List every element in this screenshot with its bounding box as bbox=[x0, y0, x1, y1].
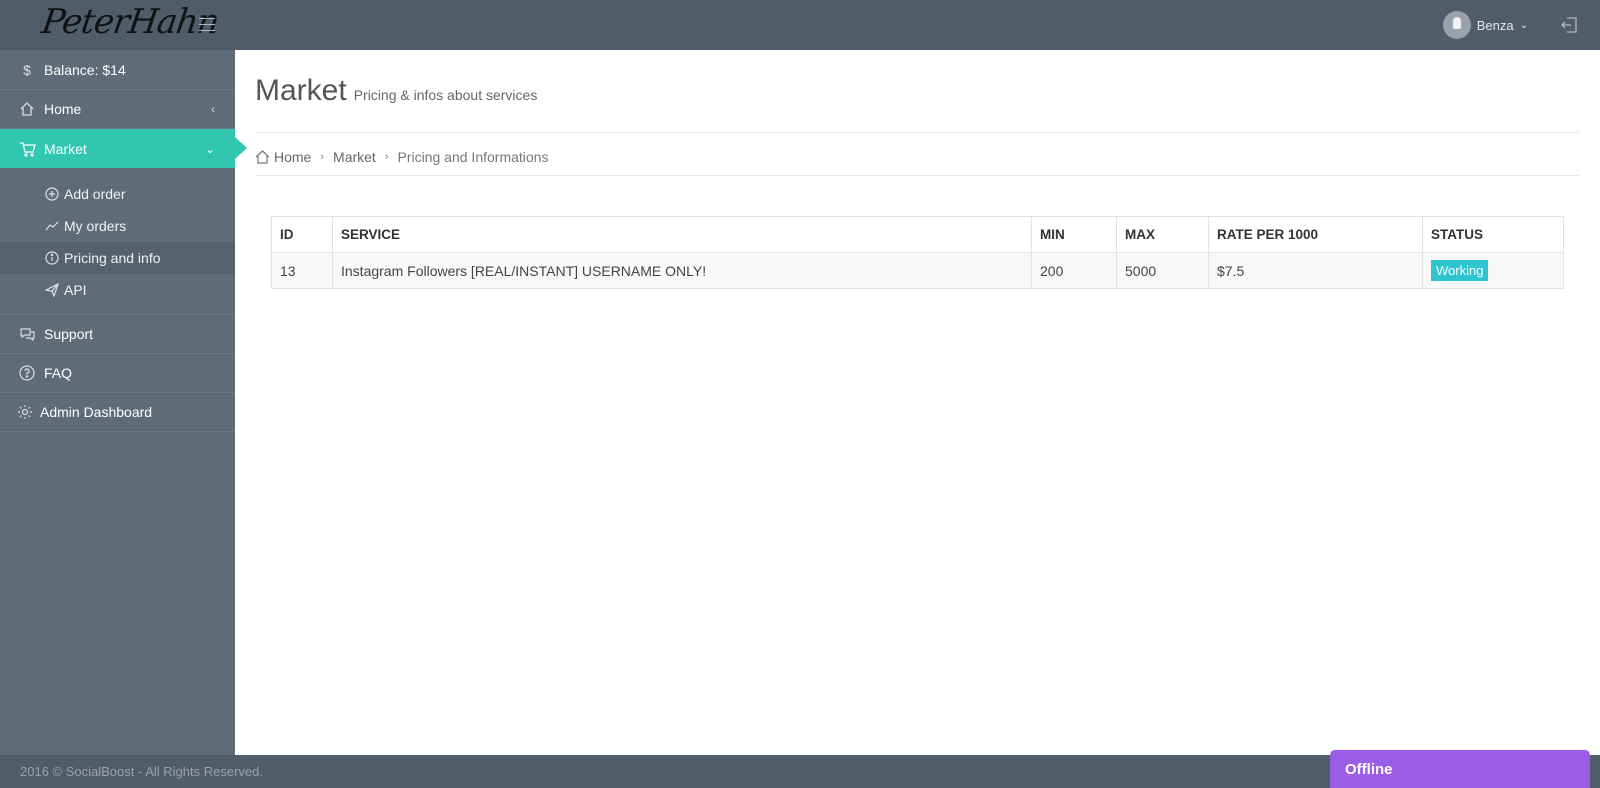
paper-plane-icon bbox=[44, 283, 60, 297]
column-header-service: SERVICE bbox=[332, 216, 1032, 253]
home-icon bbox=[18, 101, 36, 117]
status-badge: Working bbox=[1431, 260, 1489, 281]
sidebar-item-admin-dashboard[interactable]: Admin Dashboard bbox=[0, 393, 235, 432]
chat-bubbles-icon bbox=[18, 327, 36, 342]
brand-logo[interactable]: PeterHahn bbox=[39, 2, 221, 42]
chevron-right-icon: › bbox=[320, 151, 325, 163]
plus-circle-icon bbox=[44, 187, 60, 201]
menu-toggle-icon[interactable] bbox=[199, 18, 215, 32]
column-header-status: STATUS bbox=[1422, 216, 1564, 253]
sidebar: $ Balance: $14 Home ‹ Market ⌄ Add order… bbox=[0, 50, 247, 755]
submenu-item-label: My orders bbox=[64, 218, 127, 234]
breadcrumb-current: Pricing and Informations bbox=[397, 149, 549, 165]
table-header-row: ID SERVICE MIN MAX RATE PER 1000 STATUS bbox=[271, 216, 1564, 253]
sidebar-item-support[interactable]: Support bbox=[0, 315, 235, 354]
home-icon bbox=[255, 150, 270, 164]
breadcrumb-home[interactable]: Home bbox=[274, 149, 311, 165]
divider bbox=[255, 132, 1579, 133]
column-header-id: ID bbox=[271, 216, 333, 253]
trend-line-icon bbox=[44, 220, 60, 232]
sidebar-item-label: Support bbox=[44, 326, 94, 342]
cell-id: 13 bbox=[271, 252, 333, 289]
cell-rate: $7.5 bbox=[1208, 252, 1423, 289]
page-subtitle: Pricing & infos about services bbox=[353, 87, 538, 103]
submenu-item-my-orders[interactable]: My orders bbox=[0, 210, 235, 242]
logout-icon[interactable] bbox=[1560, 16, 1578, 34]
top-navbar: PeterHahn Benza ⌄ bbox=[0, 0, 1600, 50]
cart-icon bbox=[18, 141, 36, 157]
gear-icon bbox=[16, 404, 34, 420]
sidebar-item-balance[interactable]: $ Balance: $14 bbox=[0, 50, 235, 90]
table-row: 13 Instagram Followers [REAL/INSTANT] US… bbox=[271, 252, 1564, 289]
column-header-rate: RATE PER 1000 bbox=[1208, 216, 1423, 253]
sidebar-item-label: Home bbox=[44, 101, 82, 117]
cell-service: Instagram Followers [REAL/INSTANT] USERN… bbox=[332, 252, 1032, 289]
chevron-right-icon: › bbox=[384, 151, 389, 163]
submenu-item-label: API bbox=[64, 282, 87, 298]
sidebar-item-label: Admin Dashboard bbox=[40, 404, 153, 420]
submenu-item-label: Pricing and info bbox=[64, 250, 161, 266]
info-circle-icon bbox=[44, 251, 60, 265]
user-name: Benza bbox=[1476, 17, 1514, 33]
submenu-item-label: Add order bbox=[64, 186, 126, 202]
cell-status: Working bbox=[1422, 252, 1564, 289]
sidebar-item-faq[interactable]: FAQ bbox=[0, 354, 235, 393]
submenu-item-add-order[interactable]: Add order bbox=[0, 178, 235, 210]
column-header-max: MAX bbox=[1116, 216, 1209, 253]
breadcrumb: Home › Market › Pricing and Informations bbox=[255, 146, 548, 168]
sidebar-item-label: Market bbox=[44, 140, 87, 157]
chevron-left-icon: ‹ bbox=[211, 102, 215, 116]
submenu-item-api[interactable]: API bbox=[0, 274, 235, 306]
dollar-icon: $ bbox=[23, 61, 31, 78]
balance-label: Balance: $14 bbox=[44, 61, 126, 78]
sidebar-item-label: FAQ bbox=[44, 365, 73, 381]
main-content: Market Pricing & infos about services Ho… bbox=[235, 50, 1600, 755]
services-table: ID SERVICE MIN MAX RATE PER 1000 STATUS … bbox=[271, 216, 1564, 289]
sidebar-item-market[interactable]: Market ⌄ bbox=[0, 129, 247, 168]
page-header: Market Pricing & infos about services bbox=[255, 74, 537, 108]
avatar bbox=[1442, 11, 1471, 39]
column-header-min: MIN bbox=[1031, 216, 1117, 253]
chat-widget[interactable]: Offline bbox=[1330, 750, 1590, 788]
question-circle-icon bbox=[18, 365, 36, 381]
divider bbox=[255, 175, 1579, 176]
page-title: Market bbox=[255, 74, 347, 107]
user-menu[interactable]: Benza ⌄ bbox=[1442, 11, 1528, 39]
cell-min: 200 bbox=[1031, 252, 1117, 289]
chevron-down-icon: ⌄ bbox=[1519, 19, 1528, 31]
submenu-item-pricing[interactable]: Pricing and info bbox=[0, 242, 235, 274]
breadcrumb-market[interactable]: Market bbox=[333, 149, 376, 165]
footer-copyright: 2016 © SocialBoost - All Rights Reserved… bbox=[20, 764, 263, 779]
market-submenu: Add order My orders Pricing and info API bbox=[0, 168, 235, 315]
sidebar-item-home[interactable]: Home ‹ bbox=[0, 90, 235, 129]
cell-max: 5000 bbox=[1116, 252, 1209, 289]
chevron-down-icon: ⌄ bbox=[204, 141, 215, 156]
chat-status: Offline bbox=[1345, 760, 1393, 778]
